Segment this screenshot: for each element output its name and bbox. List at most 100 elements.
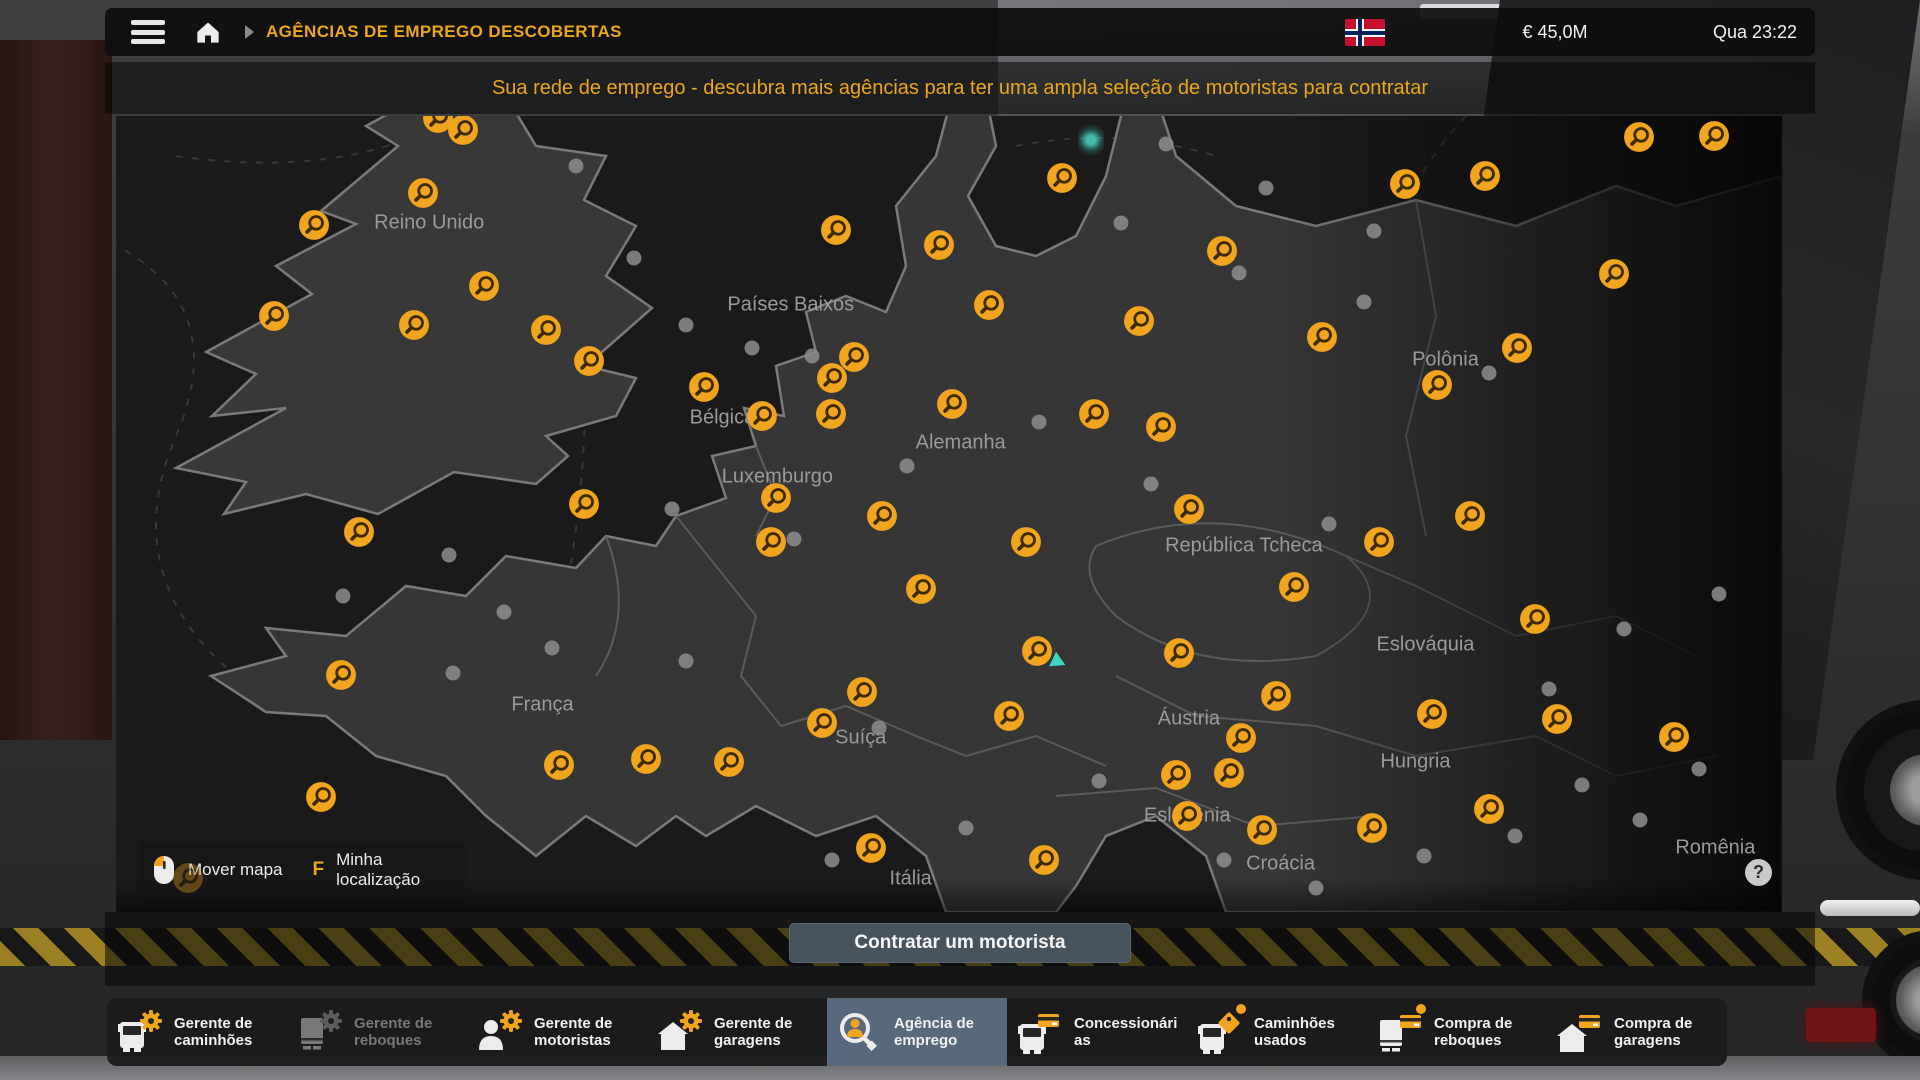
- agency-marker-icon[interactable]: [343, 516, 375, 548]
- hire-strip: Contratar um motorista: [105, 912, 1815, 986]
- country-label-belgica: Bélgica: [690, 407, 756, 430]
- home-icon[interactable]: [193, 19, 223, 45]
- tab-gerente-de-reboques[interactable]: Gerente de reboques: [287, 998, 467, 1066]
- city-dot: [1231, 265, 1246, 280]
- agency-marker-icon[interactable]: [1541, 703, 1573, 735]
- menu-icon[interactable]: [131, 20, 165, 44]
- agency-marker-icon[interactable]: [298, 209, 330, 241]
- agency-marker-icon[interactable]: [1623, 121, 1655, 153]
- my-location-hint[interactable]: F Minha localização: [312, 850, 446, 890]
- agency-marker-icon[interactable]: [1145, 411, 1177, 443]
- agency-marker-icon[interactable]: [755, 526, 787, 558]
- agency-marker-icon[interactable]: [530, 314, 562, 346]
- agency-marker-icon[interactable]: [1278, 571, 1310, 603]
- country-label-polonia: Polônia: [1412, 348, 1479, 371]
- agency-marker-icon[interactable]: [1658, 721, 1690, 753]
- tab-gerente-de-motoristas[interactable]: Gerente de motoristas: [467, 998, 647, 1066]
- agency-marker-icon[interactable]: [1160, 759, 1192, 791]
- agency-marker-icon[interactable]: [1078, 398, 1110, 430]
- agency-marker-icon[interactable]: [1598, 258, 1630, 290]
- agency-marker-icon[interactable]: [905, 573, 937, 605]
- agency-marker-icon[interactable]: [1246, 814, 1278, 846]
- agency-marker-icon[interactable]: [866, 500, 898, 532]
- teal-glow-icon: [1078, 120, 1104, 160]
- agency-marker-icon[interactable]: [568, 488, 600, 520]
- country-label-austria: Áustria: [1158, 707, 1220, 730]
- agency-marker-icon[interactable]: [258, 300, 290, 332]
- agency-marker-icon[interactable]: [1123, 305, 1155, 337]
- tab-compra-de-garagens[interactable]: Compra de garagens: [1547, 998, 1727, 1066]
- agency-marker-icon[interactable]: [1389, 168, 1421, 200]
- chassis-pipe: [1820, 900, 1920, 916]
- agency-marker-icon[interactable]: [846, 676, 878, 708]
- agency-marker-icon[interactable]: [1454, 500, 1486, 532]
- agency-marker-icon[interactable]: [1206, 235, 1238, 267]
- agency-marker-icon[interactable]: [1501, 332, 1533, 364]
- agency-marker-icon[interactable]: [746, 400, 778, 432]
- agency-marker-icon[interactable]: [1021, 635, 1053, 667]
- agency-marker-icon[interactable]: [923, 229, 955, 261]
- help-icon[interactable]: ?: [1745, 859, 1772, 886]
- agency-marker-icon[interactable]: [1473, 793, 1505, 825]
- agency-marker-icon[interactable]: [973, 289, 1005, 321]
- tab-concessionarias[interactable]: Concessionárias: [1007, 998, 1187, 1066]
- agency-marker-icon[interactable]: [407, 177, 439, 209]
- agency-marker-icon[interactable]: [1225, 722, 1257, 754]
- tab-label: Gerente de caminhões: [174, 1015, 278, 1049]
- agency-marker-icon[interactable]: [447, 116, 479, 146]
- subtitle-strip: Sua rede de emprego - descubra mais agên…: [105, 62, 1815, 114]
- agency-marker-icon[interactable]: [1010, 526, 1042, 558]
- agency-marker-icon[interactable]: [1028, 844, 1060, 876]
- agency-marker-icon[interactable]: [936, 388, 968, 420]
- agency-marker-icon[interactable]: [1163, 637, 1195, 669]
- agency-marker-icon[interactable]: [1046, 162, 1078, 194]
- tab-caminhoes-usados[interactable]: Caminhões usados: [1187, 998, 1367, 1066]
- agency-marker-icon[interactable]: [1356, 812, 1388, 844]
- hire-driver-button[interactable]: Contratar um motorista: [789, 923, 1130, 963]
- agency-marker-icon[interactable]: [806, 707, 838, 739]
- city-dot: [1321, 516, 1336, 531]
- tab-agencia-de-emprego[interactable]: Agência de emprego: [827, 998, 1007, 1066]
- agency-marker-icon[interactable]: [325, 659, 357, 691]
- agency-marker-icon[interactable]: [468, 270, 500, 302]
- agency-marker-icon[interactable]: [993, 700, 1025, 732]
- agency-marker-icon[interactable]: [815, 398, 847, 430]
- tab-gerente-de-caminhoes[interactable]: Gerente de caminhões: [107, 998, 287, 1066]
- agency-marker-icon[interactable]: [1698, 120, 1730, 152]
- agency-marker-icon[interactable]: [1416, 698, 1448, 730]
- tab-gerente-de-garagens[interactable]: Gerente de garagens: [647, 998, 827, 1066]
- city-dot: [665, 502, 680, 517]
- city-dot: [1143, 476, 1158, 491]
- city-dot: [958, 821, 973, 836]
- agency-map[interactable]: Mover mapa F Minha localização ? Reino U…: [116, 116, 1782, 912]
- agency-marker-icon[interactable]: [398, 309, 430, 341]
- city-dot: [1508, 829, 1523, 844]
- undiscovered-shade: [1282, 116, 1782, 912]
- agency-marker-icon[interactable]: [1173, 493, 1205, 525]
- tab-compra-de-reboques[interactable]: Compra de reboques: [1367, 998, 1547, 1066]
- agency-marker-icon[interactable]: [305, 781, 337, 813]
- agency-marker-icon[interactable]: [760, 482, 792, 514]
- agency-marker-icon[interactable]: [855, 832, 887, 864]
- agency-marker-icon[interactable]: [820, 214, 852, 246]
- tail-light: [1806, 1008, 1876, 1042]
- agency-marker-icon[interactable]: [1469, 160, 1501, 192]
- city-dot: [545, 640, 560, 655]
- agency-marker-icon[interactable]: [1306, 321, 1338, 353]
- agency-marker-icon[interactable]: [1213, 757, 1245, 789]
- agency-marker-icon[interactable]: [1363, 526, 1395, 558]
- new-item-badge: [1416, 1004, 1426, 1014]
- agency-marker-icon[interactable]: [1171, 800, 1203, 832]
- agency-marker-icon[interactable]: [630, 743, 662, 775]
- agency-marker-icon[interactable]: [172, 862, 204, 894]
- agency-marker-icon[interactable]: [573, 345, 605, 377]
- agency-marker-icon[interactable]: [1260, 680, 1292, 712]
- city-dot: [1416, 849, 1431, 864]
- agency-marker-icon[interactable]: [1421, 369, 1453, 401]
- trailer-manager-icon: [296, 1010, 342, 1054]
- agency-marker-icon[interactable]: [1519, 603, 1551, 635]
- agency-marker-icon[interactable]: [713, 746, 745, 778]
- agency-marker-icon[interactable]: [543, 749, 575, 781]
- agency-marker-icon[interactable]: [688, 371, 720, 403]
- agency-marker-icon[interactable]: [816, 362, 848, 394]
